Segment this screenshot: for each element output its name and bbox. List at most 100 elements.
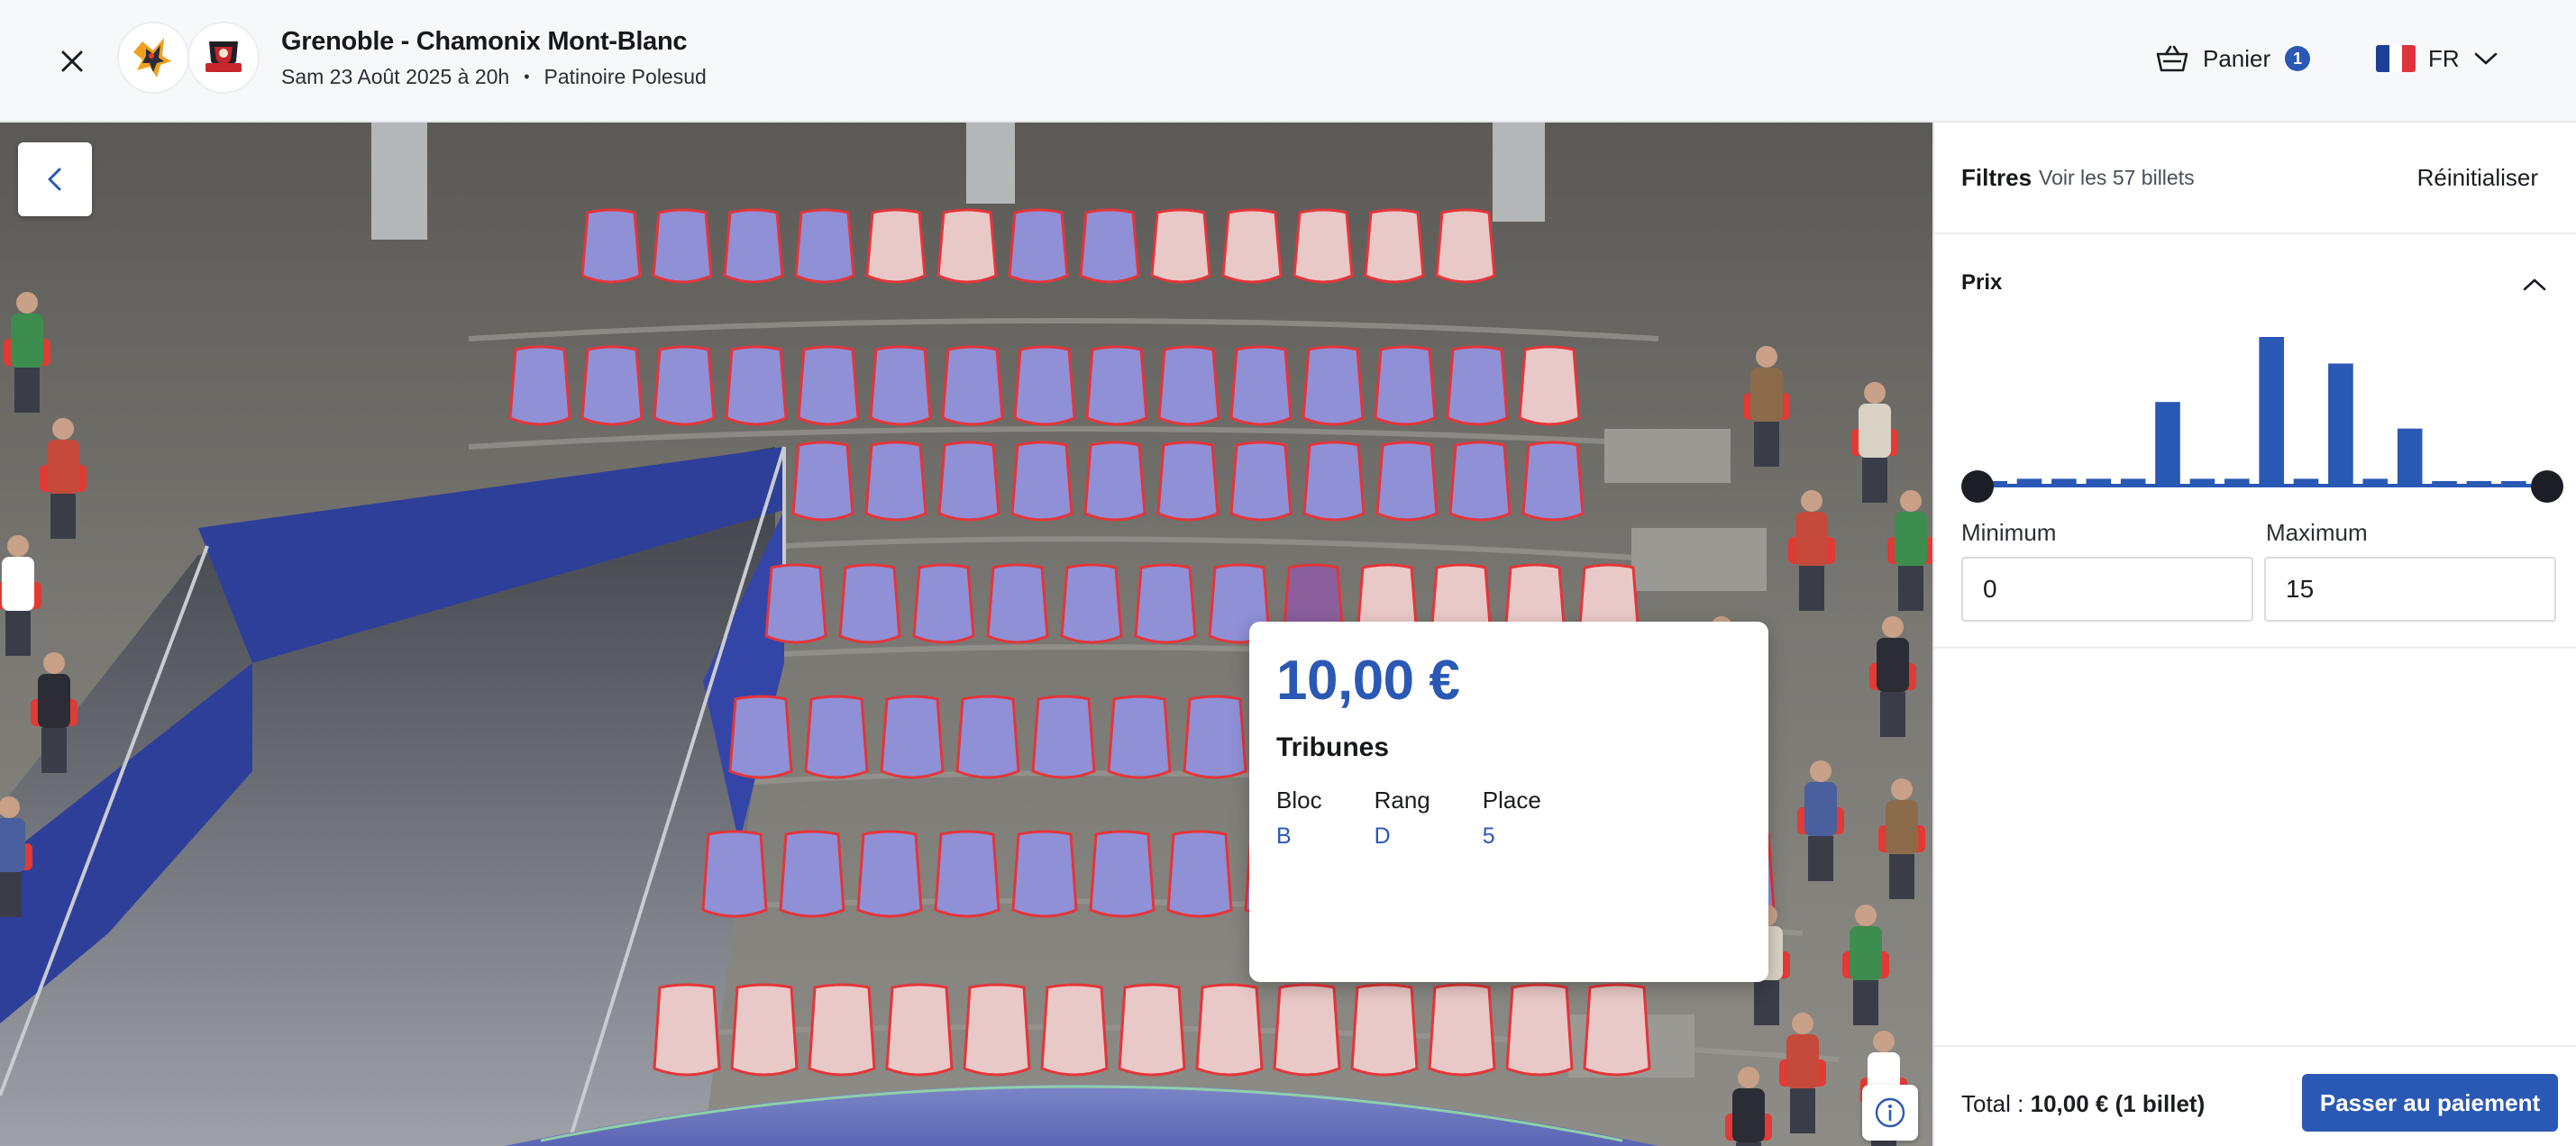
seat[interactable] xyxy=(1060,563,1123,644)
seat[interactable] xyxy=(653,345,716,426)
order-total: Total : 10,00 € (1 billet) xyxy=(1961,1090,2205,1118)
home-team-logo xyxy=(117,22,189,94)
seat[interactable] xyxy=(797,345,860,426)
seat[interactable] xyxy=(728,695,793,779)
seat[interactable] xyxy=(580,208,642,284)
seat[interactable] xyxy=(652,208,713,284)
collapse-price-button[interactable] xyxy=(2517,267,2553,303)
close-button[interactable] xyxy=(50,40,94,83)
chamonix-logo-icon xyxy=(206,41,242,72)
seat[interactable] xyxy=(1446,345,1509,426)
min-label: Minimum xyxy=(1961,519,2057,546)
seat[interactable] xyxy=(701,830,768,918)
seat[interactable] xyxy=(1011,830,1078,918)
seat[interactable] xyxy=(1031,695,1096,779)
language-label: FR xyxy=(2428,44,2460,72)
total-value: 10,00 € (1 billet) xyxy=(2030,1090,2206,1117)
price-min-handle[interactable] xyxy=(1961,470,1994,503)
seat[interactable] xyxy=(1183,695,1247,779)
seat-price: 10,00 € xyxy=(1276,650,1460,712)
seat[interactable] xyxy=(1302,441,1366,522)
back-button[interactable] xyxy=(18,142,92,216)
match-venue: Patinoire Polesud xyxy=(544,65,707,88)
seat[interactable] xyxy=(1157,345,1220,426)
seat[interactable] xyxy=(1448,441,1512,522)
place-value: 5 xyxy=(1482,823,1495,849)
seat[interactable] xyxy=(1156,441,1219,522)
bloc-value: B xyxy=(1276,823,1292,849)
seat[interactable] xyxy=(1089,830,1156,918)
filters-title: Filtres xyxy=(1961,164,2032,191)
seat xyxy=(936,208,998,284)
seat[interactable] xyxy=(580,345,644,426)
seat[interactable] xyxy=(869,345,932,426)
seat[interactable] xyxy=(864,441,927,522)
seat[interactable] xyxy=(1010,441,1073,522)
seat xyxy=(808,983,876,1077)
seat[interactable] xyxy=(804,695,869,779)
seat[interactable] xyxy=(779,830,845,918)
rang-value: D xyxy=(1374,823,1391,849)
info-icon xyxy=(1875,1097,1905,1128)
histogram-bar xyxy=(2155,402,2180,485)
seat xyxy=(1040,983,1109,1077)
seat[interactable] xyxy=(986,563,1049,644)
language-selector[interactable]: FR xyxy=(2376,40,2499,77)
min-price-input[interactable] xyxy=(1961,557,2253,622)
seat[interactable] xyxy=(791,441,854,522)
seat xyxy=(1518,345,1581,426)
seat xyxy=(1118,983,1186,1077)
seat[interactable] xyxy=(1229,345,1293,426)
seat[interactable] xyxy=(1374,345,1437,426)
cart-label: Panier xyxy=(2203,44,2271,72)
seat[interactable] xyxy=(723,208,784,284)
france-flag-icon xyxy=(2376,45,2416,72)
seat xyxy=(730,983,799,1077)
info-button[interactable] xyxy=(1862,1085,1918,1141)
seat[interactable] xyxy=(912,563,975,644)
checkout-bar: Total : 10,00 € (1 billet) Passer au pai… xyxy=(1934,1045,2576,1146)
seat[interactable] xyxy=(937,441,1000,522)
seat[interactable] xyxy=(1013,345,1076,426)
max-price-input[interactable] xyxy=(2264,557,2556,622)
seat[interactable] xyxy=(838,563,901,644)
seat[interactable] xyxy=(934,830,1000,918)
seat[interactable] xyxy=(941,345,1004,426)
seat[interactable] xyxy=(1302,345,1365,426)
price-max-handle[interactable] xyxy=(2531,470,2563,503)
seat[interactable] xyxy=(1107,695,1172,779)
seat[interactable] xyxy=(1085,345,1148,426)
seat[interactable] xyxy=(1134,563,1197,644)
match-title: Grenoble - Chamonix Mont-Blanc xyxy=(281,27,688,56)
seat[interactable] xyxy=(955,695,1020,779)
seat[interactable] xyxy=(794,208,855,284)
seat xyxy=(1273,983,1341,1077)
seat xyxy=(963,983,1031,1077)
checkout-button[interactable]: Passer au paiement xyxy=(2302,1074,2558,1132)
seat[interactable] xyxy=(1083,441,1146,522)
seat xyxy=(1195,983,1264,1077)
seat[interactable] xyxy=(1375,441,1439,522)
cart-button[interactable]: Panier 1 xyxy=(2156,40,2311,77)
away-team-logo xyxy=(187,22,260,94)
reset-filters-button[interactable]: Réinitialiser xyxy=(2417,164,2538,192)
chevron-down-icon xyxy=(2474,52,2497,65)
seat xyxy=(1583,983,1651,1077)
seat[interactable] xyxy=(725,345,788,426)
seat[interactable] xyxy=(1229,441,1293,522)
seat[interactable] xyxy=(880,695,945,779)
price-histogram xyxy=(1982,337,2526,485)
seat xyxy=(885,983,954,1077)
seat[interactable] xyxy=(1166,830,1233,918)
bloc-label: Bloc xyxy=(1276,787,1322,814)
seat[interactable] xyxy=(1079,208,1140,284)
seat[interactable] xyxy=(1521,441,1585,522)
rang-label: Rang xyxy=(1374,787,1430,814)
seat[interactable] xyxy=(508,345,571,426)
seat[interactable] xyxy=(856,830,923,918)
seat[interactable] xyxy=(1008,208,1069,284)
total-label: Total : xyxy=(1961,1090,2024,1117)
price-range-track xyxy=(1978,484,2531,487)
seat-view[interactable]: 10,00 € Tribunes Bloc B Rang D Place 5 xyxy=(0,123,1932,1146)
seat[interactable] xyxy=(764,563,827,644)
